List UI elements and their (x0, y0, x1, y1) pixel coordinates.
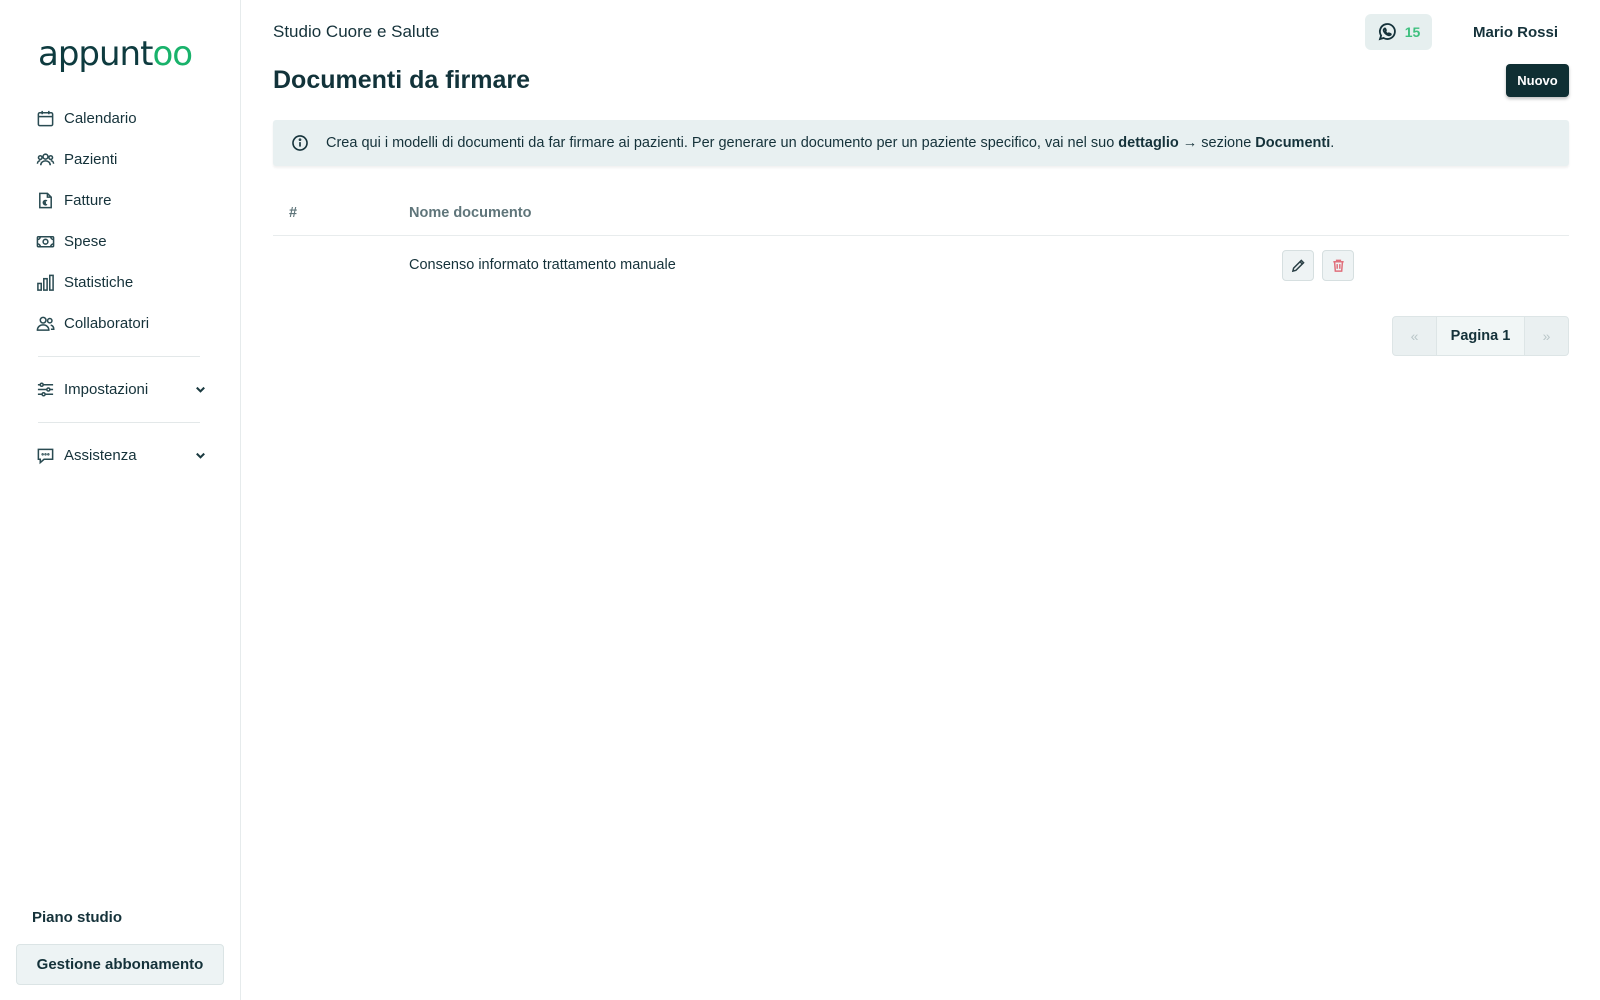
page-title: Documenti da firmare (273, 66, 531, 94)
app-logo[interactable]: appuntoo (38, 34, 193, 74)
sidebar-item-fatture[interactable]: Fatture (0, 180, 240, 221)
sidebar-item-label: Collaboratori (64, 315, 150, 332)
documents-table: # Nome documento Consenso informato trat… (273, 190, 1569, 294)
whatsapp-icon (1378, 23, 1396, 41)
info-text: Crea qui i modelli di documenti da far f… (326, 135, 1335, 151)
chevron-down-icon[interactable] (194, 383, 207, 396)
new-document-button[interactable]: Nuovo (1506, 64, 1569, 97)
manage-subscription-button[interactable]: Gestione abbonamento (16, 944, 224, 985)
edit-button[interactable] (1282, 250, 1314, 281)
sidebar-item-collaboratori[interactable]: Collaboratori (0, 303, 240, 344)
next-page-button[interactable]: » (1525, 317, 1568, 355)
sidebar-item-label: Impostazioni (64, 381, 149, 398)
table-row: Consenso informato trattamento manuale (273, 236, 1569, 294)
sidebar-item-label: Calendario (64, 110, 137, 127)
chat-icon (37, 448, 54, 465)
collaborators-icon (36, 316, 55, 331)
studio-name: Studio Cuore e Salute (273, 22, 440, 41)
sidebar-item-label: Spese (64, 233, 107, 250)
info-icon (292, 135, 308, 151)
sidebar-item-label: Fatture (64, 192, 112, 209)
sidebar-item-calendario[interactable]: Calendario (0, 98, 240, 139)
column-header-number: # (289, 205, 298, 221)
sliders-icon (37, 382, 54, 397)
pagination: « Pagina 1 » (1392, 316, 1569, 356)
sidebar-item-impostazioni[interactable]: Impostazioni (0, 369, 240, 410)
invoice-icon (39, 192, 52, 209)
calendar-icon (37, 110, 54, 127)
delete-button[interactable] (1322, 250, 1354, 281)
sidebar-item-spese[interactable]: Spese (0, 221, 240, 262)
whatsapp-credits-badge[interactable]: 15 (1365, 14, 1432, 50)
prev-page-button[interactable]: « (1393, 317, 1436, 355)
sidebar-nav: Calendario Pazienti Fatture Spese Statis… (0, 98, 240, 476)
column-header-name: Nome documento (409, 205, 532, 221)
table-header: # Nome documento (273, 190, 1569, 236)
pencil-icon (1291, 259, 1305, 273)
sidebar-divider (38, 356, 200, 357)
sidebar-divider (38, 422, 200, 423)
plan-title: Piano studio (32, 909, 122, 926)
sidebar-item-label: Statistiche (64, 274, 134, 291)
sidebar: appuntoo Calendario Pazienti Fatture Spe… (0, 0, 241, 1000)
sidebar-item-pazienti[interactable]: Pazienti (0, 139, 240, 180)
current-page-label: Pagina 1 (1436, 317, 1525, 355)
info-banner: Crea qui i modelli di documenti da far f… (273, 120, 1569, 166)
users-icon (36, 153, 55, 166)
whatsapp-count: 15 (1404, 24, 1421, 40)
sidebar-item-assistenza[interactable]: Assistenza (0, 435, 240, 476)
chevron-down-icon[interactable] (194, 449, 207, 462)
trash-icon (1332, 259, 1344, 272)
user-menu[interactable]: Mario Rossi (1473, 24, 1558, 41)
bar-chart-icon (37, 274, 54, 291)
document-name: Consenso informato trattamento manuale (409, 257, 676, 273)
sidebar-item-label: Pazienti (64, 151, 118, 168)
sidebar-item-label: Assistenza (64, 447, 137, 464)
sidebar-item-statistiche[interactable]: Statistiche (0, 262, 240, 303)
banknote-icon (36, 235, 55, 248)
